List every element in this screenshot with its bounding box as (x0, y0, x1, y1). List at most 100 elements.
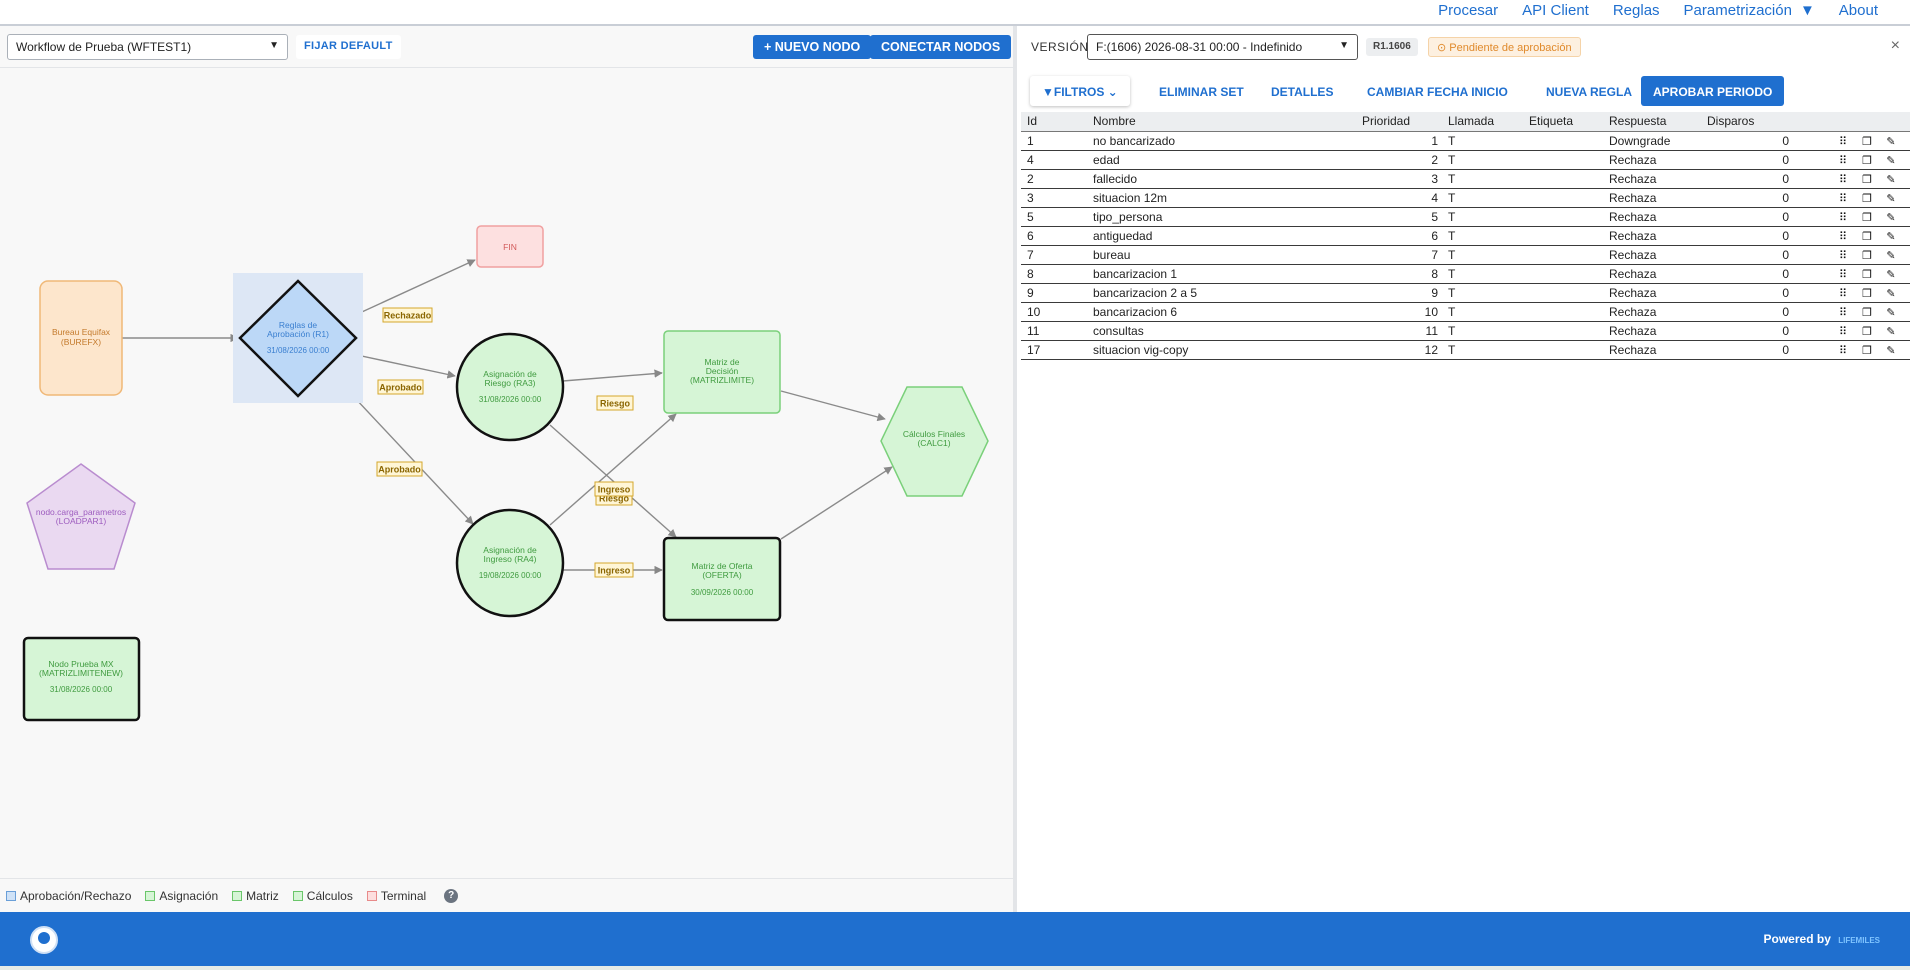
drag-handle-icon[interactable]: ⠿ (1831, 344, 1855, 357)
edit-icon[interactable]: ✎ (1879, 192, 1903, 205)
copy-icon[interactable]: ❐ (1855, 268, 1879, 281)
copy-icon[interactable]: ❐ (1855, 306, 1879, 319)
drag-handle-icon[interactable]: ⠿ (1831, 173, 1855, 186)
close-icon[interactable]: × (1891, 37, 1900, 55)
node-fin[interactable]: FIN (476, 225, 544, 268)
copy-icon[interactable]: ❐ (1855, 344, 1879, 357)
col-disparos[interactable]: Disparos (1701, 112, 1793, 132)
edit-icon[interactable]: ✎ (1879, 173, 1903, 186)
copy-icon[interactable]: ❐ (1855, 249, 1879, 262)
table-row[interactable]: 5 tipo_persona 5 T Rechaza 0 ⠿ ❐ ✎ (1021, 207, 1910, 227)
version-select[interactable]: F:(1606) 2026-08-31 00:00 - Indefinido ▼ (1087, 34, 1358, 60)
copy-icon[interactable]: ❐ (1855, 287, 1879, 300)
copy-icon[interactable]: ❐ (1855, 154, 1879, 167)
nav-reglas[interactable]: Reglas (1601, 2, 1672, 19)
rules-actions: ▼FILTROS ⌄ ELIMINAR SET DETALLES CAMBIAR… (1021, 76, 1910, 110)
help-icon[interactable]: ? (444, 888, 459, 903)
edit-icon[interactable]: ✎ (1879, 344, 1903, 357)
edit-icon[interactable]: ✎ (1879, 306, 1903, 319)
table-row[interactable]: 11 consultas 11 T Rechaza 0 ⠿ ❐ ✎ (1021, 321, 1910, 341)
node-oferta[interactable]: Matriz de Oferta (OFERTA) 30/09/2026 00:… (662, 536, 782, 622)
edit-icon[interactable]: ✎ (1879, 287, 1903, 300)
edit-icon[interactable]: ✎ (1879, 268, 1903, 281)
node-ra4[interactable]: Asignación de Ingreso (RA4) 19/08/2026 0… (455, 508, 565, 618)
drag-handle-icon[interactable]: ⠿ (1831, 192, 1855, 205)
edit-icon[interactable]: ✎ (1879, 230, 1903, 243)
eliminar-set-button[interactable]: ELIMINAR SET (1147, 76, 1256, 106)
drag-handle-icon[interactable]: ⠿ (1831, 268, 1855, 281)
node-matrizlimitenew[interactable]: Nodo Prueba MX (MATRIZLIMITENEW) 31/08/2… (22, 636, 141, 722)
fijar-default-button[interactable]: FIJAR DEFAULT (296, 35, 401, 59)
drag-handle-icon[interactable]: ⠿ (1831, 230, 1855, 243)
copy-icon[interactable]: ❐ (1855, 192, 1879, 205)
cell-prioridad: 10 (1356, 302, 1442, 322)
cell-disparos: 0 (1701, 131, 1793, 151)
col-etiqueta[interactable]: Etiqueta (1523, 112, 1603, 132)
node-burefx[interactable]: Bureau Equifax (BUREFX) (39, 280, 123, 396)
edit-icon[interactable]: ✎ (1879, 249, 1903, 262)
node-loadpar1[interactable]: nodo.carga_parametros (LOADPAR1) (26, 463, 136, 570)
node-calc1[interactable]: Cálculos Finales (CALC1) (880, 386, 989, 497)
table-row[interactable]: 7 bureau 7 T Rechaza 0 ⠿ ❐ ✎ (1021, 245, 1910, 265)
copy-icon[interactable]: ❐ (1855, 230, 1879, 243)
table-row[interactable]: 4 edad 2 T Rechaza 0 ⠿ ❐ ✎ (1021, 150, 1910, 170)
filtros-button[interactable]: ▼FILTROS ⌄ (1030, 76, 1130, 106)
copy-icon[interactable]: ❐ (1855, 211, 1879, 224)
cell-actions: ⠿ ❐ ✎ (1793, 264, 1910, 284)
cell-etiqueta (1523, 283, 1603, 303)
table-row[interactable]: 6 antiguedad 6 T Rechaza 0 ⠿ ❐ ✎ (1021, 226, 1910, 246)
col-id[interactable]: Id (1021, 112, 1087, 132)
table-row[interactable]: 17 situacion vig-copy 12 T Rechaza 0 ⠿ ❐ ✎ (1021, 340, 1910, 360)
table-row[interactable]: 10 bancarizacion 6 10 T Rechaza 0 ⠿ ❐ ✎ (1021, 302, 1910, 322)
nav-api-client[interactable]: API Client (1510, 2, 1601, 19)
workflow-canvas[interactable]: Rechazado Aprobado Aprobado Riesgo Riesg… (0, 69, 1013, 879)
cambiar-fecha-inicio-button[interactable]: CAMBIAR FECHA INICIO (1355, 76, 1520, 106)
aprobar-periodo-button[interactable]: APROBAR PERIODO (1641, 76, 1785, 106)
copy-icon[interactable]: ❐ (1855, 173, 1879, 186)
cell-disparos: 0 (1701, 226, 1793, 246)
drag-handle-icon[interactable]: ⠿ (1831, 325, 1855, 338)
cell-nombre: bancarizacion 1 (1087, 264, 1356, 284)
workflow-select[interactable]: Workflow de Prueba (WFTEST1) ▼ (7, 34, 288, 60)
rules-table: Id Nombre Prioridad Llamada Etiqueta Res… (1021, 112, 1910, 360)
detalles-button[interactable]: DETALLES (1259, 76, 1346, 106)
cell-llamada: T (1442, 150, 1523, 170)
col-nombre[interactable]: Nombre (1087, 112, 1356, 132)
col-prioridad[interactable]: Prioridad (1356, 112, 1442, 132)
cell-prioridad: 12 (1356, 340, 1442, 360)
node-ra3[interactable]: Asignación de Riesgo (RA3) 31/08/2026 00… (455, 332, 565, 442)
drag-handle-icon[interactable]: ⠿ (1831, 154, 1855, 167)
table-row[interactable]: 1 no bancarizado 1 T Downgrade 0 ⠿ ❐ ✎ (1021, 131, 1910, 151)
nav-procesar[interactable]: Procesar (1426, 2, 1510, 19)
node-matrizlimite[interactable]: Matriz de Decisión (MATRIZLIMITE) (663, 330, 781, 414)
col-llamada[interactable]: Llamada (1442, 112, 1523, 132)
copy-icon[interactable]: ❐ (1855, 325, 1879, 338)
edit-icon[interactable]: ✎ (1879, 325, 1903, 338)
table-row[interactable]: 9 bancarizacion 2 a 5 9 T Rechaza 0 ⠿ ❐ ✎ (1021, 283, 1910, 303)
cell-actions: ⠿ ❐ ✎ (1793, 169, 1910, 189)
cell-respuesta: Rechaza (1603, 245, 1701, 265)
copy-icon[interactable]: ❐ (1855, 135, 1879, 148)
edit-icon[interactable]: ✎ (1879, 211, 1903, 224)
cell-nombre: bancarizacion 2 a 5 (1087, 283, 1356, 303)
edit-icon[interactable]: ✎ (1879, 135, 1903, 148)
drag-handle-icon[interactable]: ⠿ (1831, 211, 1855, 224)
conectar-nodos-button[interactable]: CONECTAR NODOS (870, 35, 1012, 59)
legend-label: Matriz (246, 888, 279, 903)
table-row[interactable]: 8 bancarizacion 1 8 T Rechaza 0 ⠿ ❐ ✎ (1021, 264, 1910, 284)
drag-handle-icon[interactable]: ⠿ (1831, 135, 1855, 148)
table-row[interactable]: 3 situacion 12m 4 T Rechaza 0 ⠿ ❐ ✎ (1021, 188, 1910, 208)
drag-handle-icon[interactable]: ⠿ (1831, 306, 1855, 319)
cell-prioridad: 6 (1356, 226, 1442, 246)
nav-about[interactable]: About (1827, 2, 1890, 19)
edit-icon[interactable]: ✎ (1879, 154, 1903, 167)
nuevo-nodo-button[interactable]: + NUEVO NODO (753, 35, 872, 59)
drag-handle-icon[interactable]: ⠿ (1831, 249, 1855, 262)
col-respuesta[interactable]: Respuesta (1603, 112, 1701, 132)
nueva-regla-button[interactable]: NUEVA REGLA (1534, 76, 1645, 106)
table-row[interactable]: 2 fallecido 3 T Rechaza 0 ⠿ ❐ ✎ (1021, 169, 1910, 189)
node-r1[interactable]: Reglas de Aprobación (R1) 31/08/2026 00:… (233, 273, 363, 403)
cell-etiqueta (1523, 340, 1603, 360)
drag-handle-icon[interactable]: ⠿ (1831, 287, 1855, 300)
nav-parametrizacion[interactable]: Parametrización ▼ (1672, 2, 1827, 19)
